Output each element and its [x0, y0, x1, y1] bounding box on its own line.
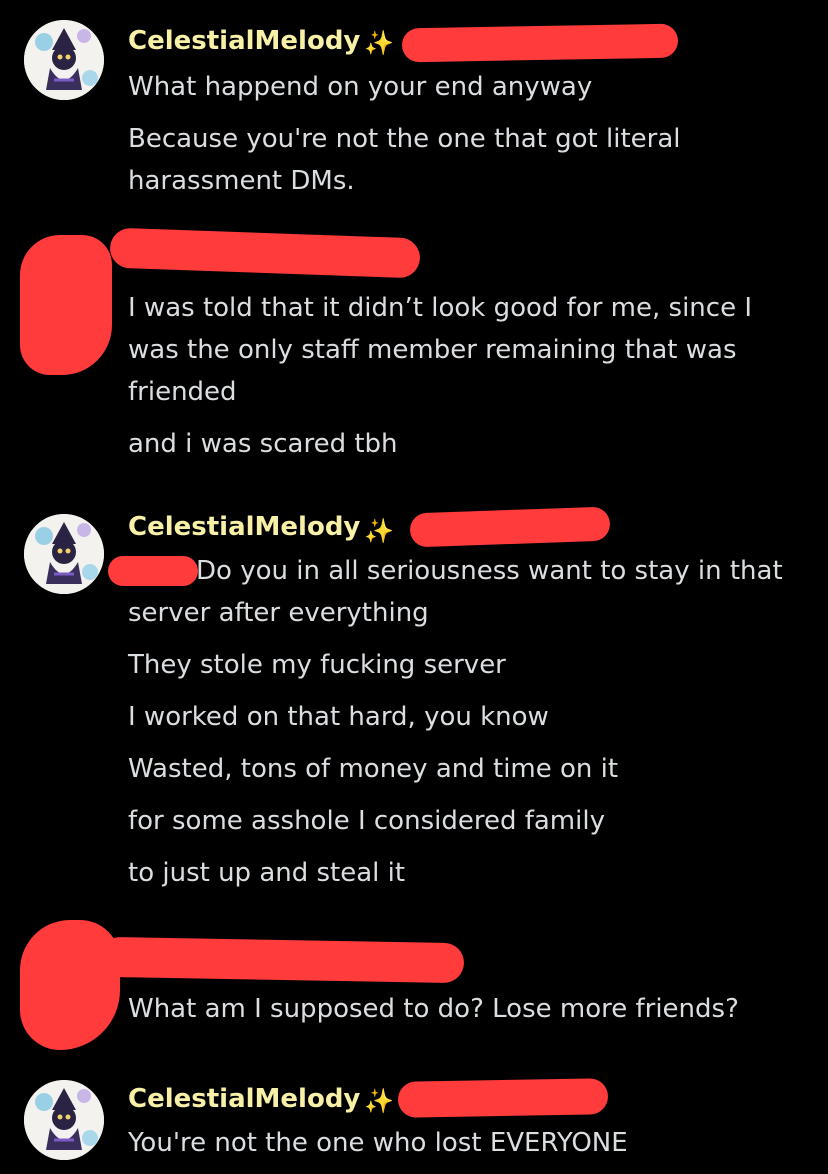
- redaction-mark: [409, 506, 611, 548]
- message-line: Wasted, tons of money and time on it: [128, 754, 619, 784]
- avatar[interactable]: [24, 1080, 104, 1160]
- redacted-avatar: [20, 235, 112, 375]
- avatar-image: [24, 1080, 104, 1160]
- username[interactable]: CelestialMelody: [128, 510, 360, 544]
- avatar-image: [24, 514, 104, 594]
- message-line: They stole my fucking server: [128, 650, 506, 680]
- sparkles-icon: ✨: [364, 1087, 394, 1115]
- message-line: and i was scared tbh: [128, 429, 398, 459]
- sparkles-icon: ✨: [364, 29, 394, 57]
- message-line: I was told that it didn’t look good for …: [128, 293, 752, 323]
- message-group: I was told that it didn’t look good for …: [0, 225, 828, 475]
- redacted-username: [99, 936, 465, 984]
- message-line: to just up and steal it: [128, 858, 406, 888]
- redacted-username: [109, 227, 421, 279]
- redaction-mark: [397, 1078, 609, 1118]
- redacted-avatar: [20, 920, 120, 1050]
- avatar[interactable]: [24, 514, 104, 594]
- message-group: What am I supposed to do? Lose more frie…: [0, 900, 828, 1050]
- avatar-image: [24, 20, 104, 100]
- message-line: I worked on that hard, you know: [128, 702, 549, 732]
- message-line: server after everything: [128, 598, 429, 628]
- redaction-mark: [401, 23, 679, 63]
- username[interactable]: CelestialMelody: [128, 24, 360, 58]
- message-group: CelestialMelody ✨ You're not the one who…: [0, 1070, 828, 1174]
- message-line: Because you're not the one that got lite…: [128, 124, 681, 154]
- message-line: Do you in all seriousness want to stay i…: [196, 556, 783, 586]
- sparkles-icon: ✨: [364, 517, 394, 545]
- message-line: What happend on your end anyway: [128, 72, 593, 102]
- message-line: harassment DMs.: [128, 166, 355, 196]
- message-line: You're not the one who lost EVERYONE: [128, 1128, 628, 1158]
- message-line: for some asshole I considered family: [128, 806, 605, 836]
- message-line: What am I supposed to do? Lose more frie…: [128, 994, 739, 1024]
- username[interactable]: CelestialMelody: [128, 1082, 360, 1116]
- message-group: CelestialMelody ✨ What happend on your e…: [0, 0, 828, 220]
- redacted-mention: [108, 556, 198, 586]
- message-line: friended: [128, 377, 237, 407]
- message-group: CelestialMelody ✨ Do you in all seriousn…: [0, 500, 828, 900]
- avatar[interactable]: [24, 20, 104, 100]
- message-line: was the only staff member remaining that…: [128, 335, 737, 365]
